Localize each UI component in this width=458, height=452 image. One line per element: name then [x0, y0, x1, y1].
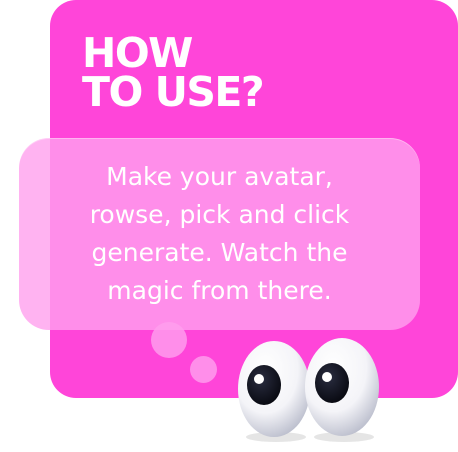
- thought-dot-large: [151, 322, 187, 358]
- speech-bubble: Make your avatar, rowse, pick and click …: [19, 138, 420, 330]
- how-to-use-panel: HOW TO USE? Make your avatar, rowse, pic…: [0, 0, 458, 452]
- thought-dot-small: [190, 356, 217, 383]
- left-eye: [238, 341, 310, 437]
- instructions-text: Make your avatar, rowse, pick and click …: [89, 162, 350, 305]
- right-eye: [305, 338, 379, 436]
- eyes-icon: [238, 338, 379, 442]
- card-title: HOW TO USE?: [82, 29, 265, 116]
